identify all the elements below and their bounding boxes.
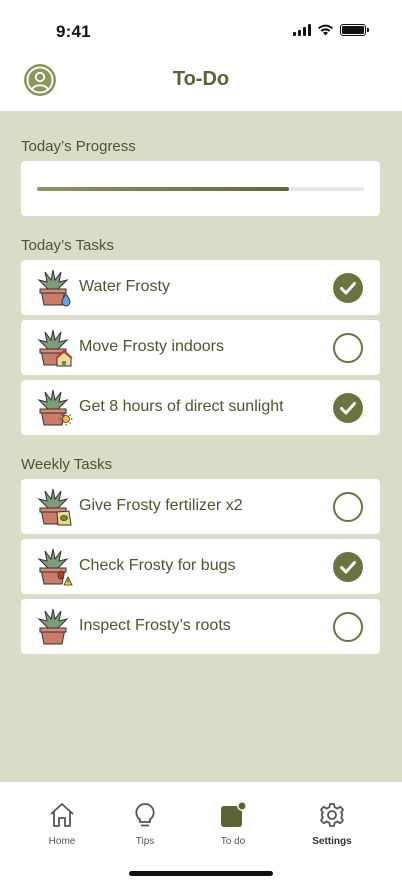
- tab-tips[interactable]: Tips: [113, 800, 177, 847]
- home-indicator: [129, 871, 273, 876]
- status-icons: [293, 24, 369, 36]
- main-content: Today’s Progress Today’s Tasks Water Fro…: [0, 111, 402, 782]
- battery-icon: [340, 24, 369, 36]
- plant-sun-icon: [37, 389, 73, 426]
- task-row[interactable]: Check Frosty for bugs: [21, 539, 380, 594]
- tab-todo[interactable]: To do: [201, 800, 265, 847]
- plant-water-icon: [37, 269, 71, 307]
- task-label: Check Frosty for bugs: [79, 557, 236, 574]
- task-incomplete-checkbox[interactable]: [333, 612, 363, 642]
- header: To-Do: [0, 56, 402, 111]
- tab-label: Settings: [312, 836, 352, 847]
- task-incomplete-checkbox[interactable]: [333, 492, 363, 522]
- task-complete-checkbox[interactable]: [333, 273, 363, 303]
- task-row[interactable]: Give Frosty fertilizer x2: [21, 479, 380, 534]
- plant-fertilizer-icon: [37, 488, 72, 526]
- task-label: Move Frosty indoors: [79, 338, 224, 355]
- tab-label: Tips: [135, 836, 155, 847]
- progress-bar: [37, 187, 364, 191]
- checkmark-icon: [340, 282, 356, 295]
- wifi-icon: [318, 24, 333, 36]
- page-title: To-Do: [172, 68, 230, 90]
- progress-bar-fill: [37, 187, 289, 191]
- tab-label: Home: [48, 836, 76, 847]
- home-icon: [50, 803, 74, 827]
- today-tasks-label: Today’s Tasks: [21, 237, 114, 254]
- cellular-signal-icon: [293, 24, 311, 36]
- gear-icon: [320, 803, 344, 827]
- task-label: Give Frosty fertilizer x2: [79, 497, 243, 514]
- lightbulb-icon: [135, 803, 155, 827]
- task-label: Inspect Frosty’s roots: [79, 617, 231, 634]
- progress-section-label: Today’s Progress: [21, 138, 136, 155]
- tab-settings[interactable]: Settings: [300, 800, 364, 847]
- plant-bug-icon: [37, 548, 73, 586]
- task-complete-checkbox[interactable]: [333, 552, 363, 582]
- status-bar: 9:41: [0, 0, 402, 56]
- task-row[interactable]: Inspect Frosty’s roots: [21, 599, 380, 654]
- task-row[interactable]: Move Frosty indoors: [21, 320, 380, 375]
- plant-house-icon: [37, 329, 73, 367]
- checkmark-icon: [340, 402, 356, 415]
- task-complete-checkbox[interactable]: [333, 393, 363, 423]
- todo-icon: [221, 801, 247, 827]
- status-time: 9:41: [56, 22, 91, 41]
- progress-card: [21, 161, 380, 216]
- tab-bar: Home Tips To do Settings: [0, 782, 402, 884]
- task-label: Water Frosty: [79, 278, 170, 295]
- weekly-tasks-label: Weekly Tasks: [21, 456, 113, 473]
- tab-label: To do: [220, 836, 246, 847]
- task-row[interactable]: Get 8 hours of direct sunlight: [21, 380, 380, 435]
- plant-icon: [37, 608, 69, 645]
- tab-home[interactable]: Home: [30, 800, 94, 847]
- task-incomplete-checkbox[interactable]: [333, 333, 363, 363]
- task-label: Get 8 hours of direct sunlight: [79, 398, 284, 415]
- checkmark-icon: [340, 561, 356, 574]
- task-row[interactable]: Water Frosty: [21, 260, 380, 315]
